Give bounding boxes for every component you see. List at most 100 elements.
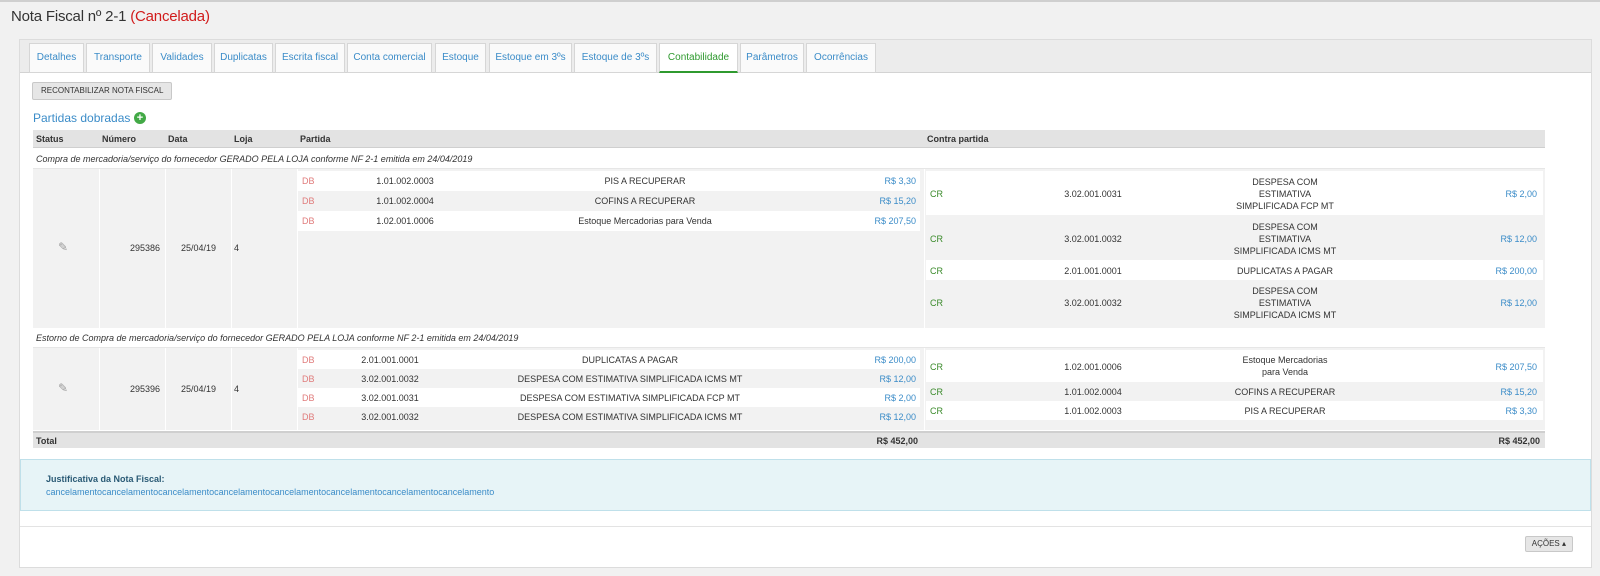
justificativa-title: Justificativa da Nota Fiscal:: [46, 474, 165, 484]
cp-tipo: CR: [930, 266, 943, 276]
cp-conta: 1.02.001.0006: [1064, 362, 1122, 372]
cp-valor: R$ 2,00: [1505, 189, 1537, 199]
numero-value: 295386: [129, 243, 160, 253]
partida-tipo: DB: [302, 412, 315, 422]
cp-conta: 3.02.001.0031: [1064, 189, 1122, 199]
status-text: (Cancelada): [130, 8, 210, 25]
col-contrapartida: Contra partida: [924, 130, 1545, 148]
tab-parametros[interactable]: Parâmetros: [740, 43, 804, 73]
partida-descricao: DESPESA COM ESTIMATIVA SIMPLIFICADA FCP …: [519, 393, 741, 403]
tab-bar: Detalhes Transporte Validades Duplicatas…: [20, 40, 1591, 73]
partida-valor: R$ 200,00: [874, 355, 916, 365]
loja-value: 4: [234, 243, 240, 253]
cp-valor: R$ 12,00: [1500, 298, 1537, 308]
cp-valor: R$ 12,00: [1500, 234, 1537, 244]
col-status: Status: [33, 130, 99, 148]
cp-conta: 1.01.002.0003: [1064, 406, 1122, 416]
partida-conta: 2.01.001.0001: [361, 355, 419, 365]
cp-descricao: DESPESA COM ESTIMATIVA SIMPLIFICADA ICMS…: [1233, 222, 1337, 256]
tab-escrita-fiscal[interactable]: Escrita fiscal: [275, 43, 345, 73]
partida-descricao: PIS A RECUPERAR: [604, 176, 686, 186]
page-title-text: Nota Fiscal nº 2-1: [11, 8, 127, 25]
page-title: Nota Fiscal nº 2-1 (Cancelada): [11, 8, 210, 25]
cp-tipo: CR: [930, 189, 943, 199]
partida-conta: 3.02.001.0032: [361, 374, 419, 384]
partida-valor: R$ 15,20: [879, 196, 916, 206]
total-label: Total: [36, 436, 57, 446]
partida-conta: 1.01.002.0004: [376, 196, 434, 206]
cp-descricao: DESPESA COM ESTIMATIVA SIMPLIFICADA FCP …: [1236, 177, 1334, 211]
cp-tipo: CR: [930, 387, 943, 397]
partida-descricao: Estoque Mercadorias para Venda: [578, 216, 712, 226]
tab-ocorrencias[interactable]: Ocorrências: [806, 43, 876, 73]
loja-cell: [232, 348, 297, 430]
divider: [20, 526, 1591, 527]
col-partida: Partida: [297, 130, 924, 148]
main-panel: Detalhes Transporte Validades Duplicatas…: [19, 39, 1592, 568]
cp-descricao: Estoque Mercadorias para Venda: [1242, 355, 1328, 377]
cp-tipo: CR: [930, 298, 943, 308]
cp-valor: R$ 3,30: [1505, 406, 1537, 416]
tab-estoque-em-3os[interactable]: Estoque em 3ºs: [489, 43, 572, 73]
partida-valor: R$ 12,00: [879, 374, 916, 384]
col-numero: Número: [99, 130, 165, 148]
total-partida: R$ 452,00: [876, 436, 918, 446]
cp-tipo: CR: [930, 362, 943, 372]
partida-conta: 3.02.001.0031: [361, 393, 419, 403]
numero-value: 295396: [129, 384, 160, 394]
pencil-icon[interactable]: ✎: [58, 381, 68, 395]
tab-duplicatas[interactable]: Duplicatas: [214, 43, 273, 73]
loja-cell: [232, 169, 297, 328]
partida-descricao: DESPESA COM ESTIMATIVA SIMPLIFICADA ICMS…: [517, 374, 743, 384]
loja-value: 4: [234, 384, 240, 394]
partida-conta: 1.02.001.0006: [376, 216, 434, 226]
cp-tipo: CR: [930, 234, 943, 244]
cp-conta: 3.02.001.0032: [1064, 298, 1122, 308]
partida-tipo: DB: [302, 355, 315, 365]
tab-contabilidade[interactable]: Contabilidade: [659, 43, 738, 73]
partida-valor: R$ 2,00: [884, 393, 916, 403]
cp-descricao: DESPESA COM ESTIMATIVA SIMPLIFICADA ICMS…: [1233, 286, 1337, 320]
total-row: [33, 431, 1545, 448]
justificativa-box: Justificativa da Nota Fiscal: cancelamen…: [20, 459, 1591, 511]
partida-tipo: DB: [302, 216, 315, 226]
cp-descricao: DUPLICATAS A PAGAR: [1236, 266, 1334, 276]
tab-conta-comercial[interactable]: Conta comercial: [347, 43, 432, 73]
cp-descricao: COFINS A RECUPERAR: [1234, 387, 1336, 397]
data-value: 25/04/19: [180, 384, 216, 394]
total-contrapartida: R$ 452,00: [1498, 436, 1540, 446]
partida-descricao: COFINS A RECUPERAR: [594, 196, 696, 206]
acoes-button[interactable]: AÇÕES ▴: [1524, 536, 1573, 552]
cp-conta: 3.02.001.0032: [1064, 234, 1122, 244]
pencil-icon[interactable]: ✎: [58, 240, 68, 254]
cp-valor: R$ 200,00: [1495, 266, 1537, 276]
partida-valor: R$ 12,00: [879, 412, 916, 422]
tab-validades[interactable]: Validades: [152, 43, 212, 73]
data-value: 25/04/19: [180, 243, 216, 253]
cp-descricao: PIS A RECUPERAR: [1244, 406, 1326, 416]
partida-descricao: DESPESA COM ESTIMATIVA SIMPLIFICADA ICMS…: [517, 412, 743, 422]
partida-tipo: DB: [302, 374, 315, 384]
partida-tipo: DB: [302, 196, 315, 206]
tab-transporte[interactable]: Transporte: [86, 43, 150, 73]
col-loja: Loja: [231, 130, 297, 148]
partida-valor: R$ 207,50: [874, 216, 916, 226]
cp-tipo: CR: [930, 406, 943, 416]
partida-conta: 1.01.002.0003: [376, 176, 434, 186]
group-description: Compra de mercadoria/serviço do forneced…: [36, 154, 473, 164]
tab-estoque[interactable]: Estoque: [435, 43, 486, 73]
partida-tipo: DB: [302, 176, 315, 186]
cp-valor: R$ 207,50: [1495, 362, 1537, 372]
top-border: [0, 0, 1600, 2]
cp-valor: R$ 15,20: [1500, 387, 1537, 397]
justificativa-text: cancelamentocancelamentocancelamentocanc…: [46, 487, 495, 497]
cp-conta: 1.01.002.0004: [1064, 387, 1122, 397]
recontabilizar-button[interactable]: RECONTABILIZAR NOTA FISCAL: [32, 82, 173, 100]
section-title: Partidas dobradas: [33, 111, 131, 125]
tab-detalhes[interactable]: Detalhes: [29, 43, 84, 73]
cp-conta: 2.01.001.0001: [1064, 266, 1122, 276]
col-data: Data: [165, 130, 231, 148]
plus-circle-icon[interactable]: +: [134, 112, 146, 124]
partida-descricao: DUPLICATAS A PAGAR: [581, 355, 679, 365]
tab-estoque-de-3os[interactable]: Estoque de 3ºs: [574, 43, 657, 73]
